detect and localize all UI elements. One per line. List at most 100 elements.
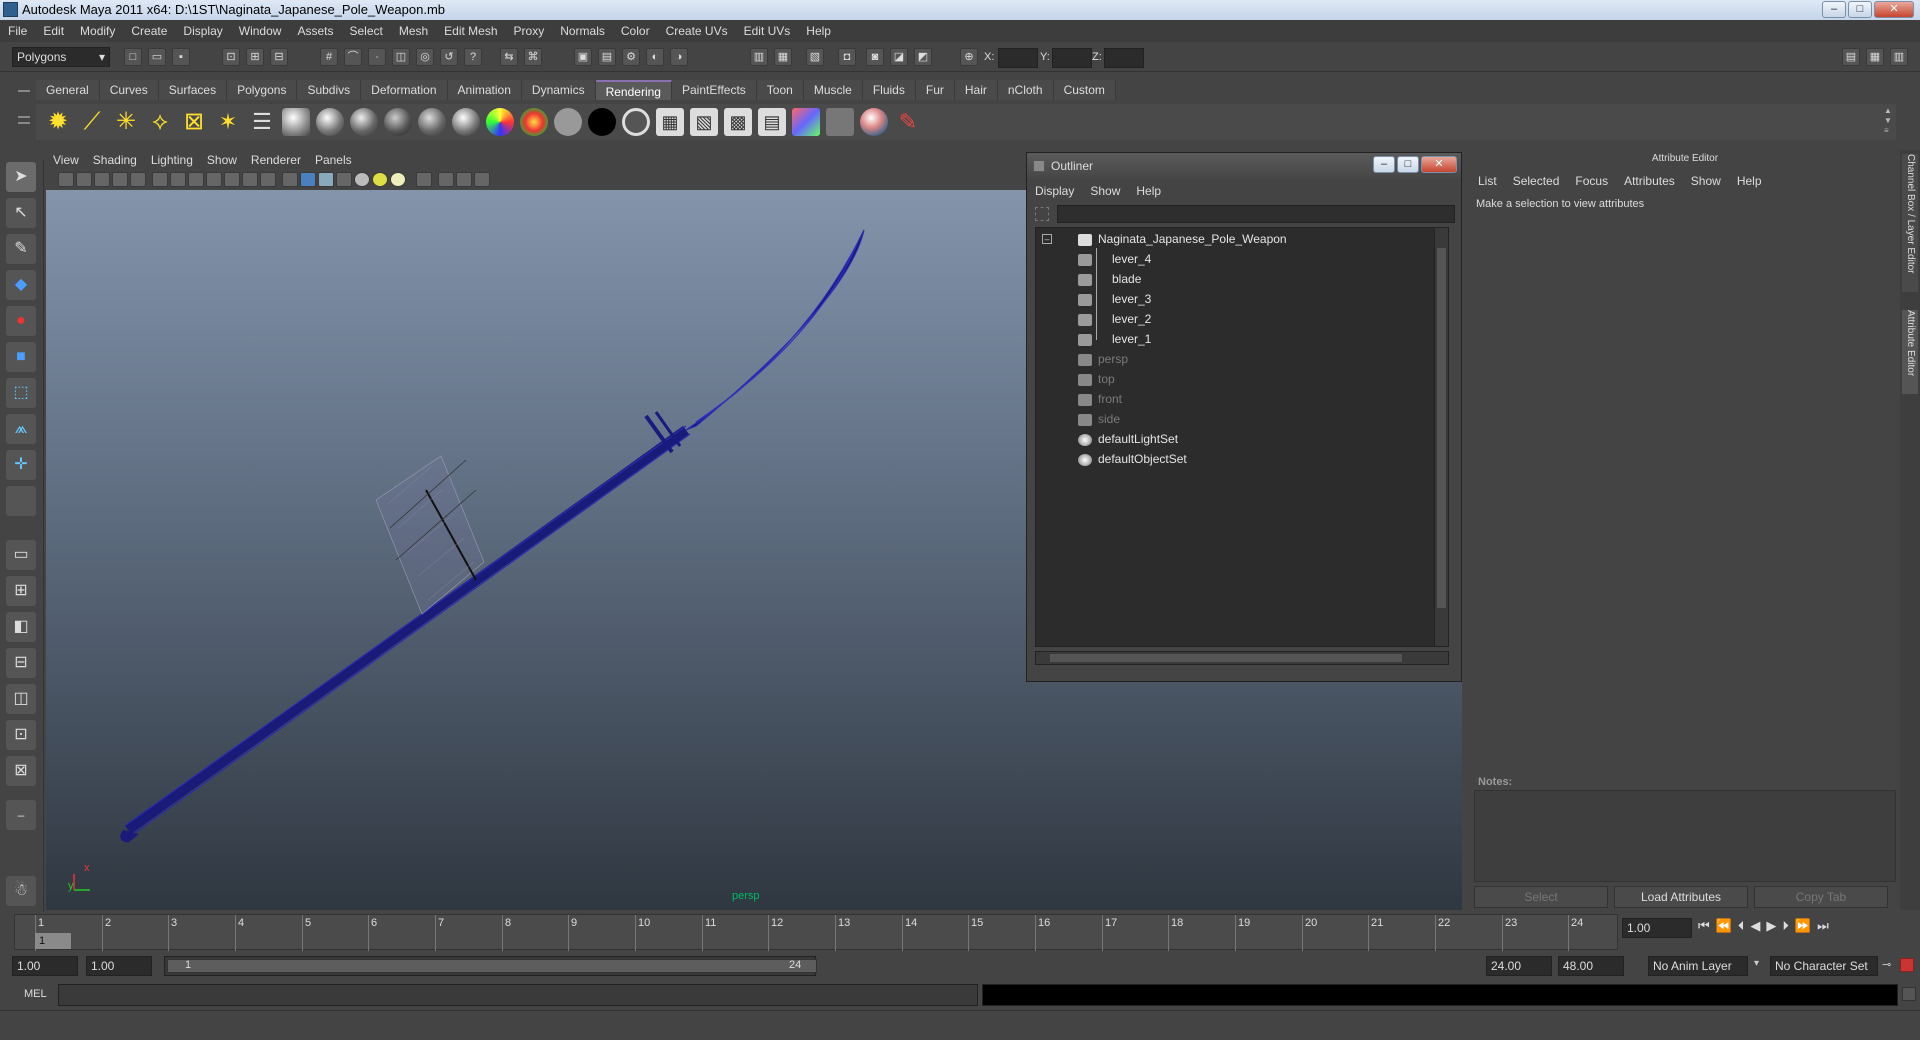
ipr-icon[interactable] xyxy=(826,108,854,136)
go-to-end-icon[interactable]: ⏭ xyxy=(1817,918,1829,940)
y-field[interactable] xyxy=(1052,48,1092,68)
filter-icon[interactable] xyxy=(1035,207,1049,221)
character-set-dropdown[interactable]: No Character Set xyxy=(1770,956,1878,976)
layout-more-icon[interactable]: – xyxy=(6,800,36,830)
load-attributes-button[interactable]: Load Attributes xyxy=(1614,886,1748,908)
new-scene-icon[interactable]: □ xyxy=(124,48,142,66)
ae-menu-list[interactable]: List xyxy=(1470,174,1505,188)
tab-fluids[interactable]: Fluids xyxy=(862,80,916,100)
snap-to-point-icon[interactable]: ∙ xyxy=(368,48,386,66)
snap-to-grid-icon[interactable]: # xyxy=(320,48,338,66)
menu-select[interactable]: Select xyxy=(341,20,390,42)
relative-transform-icon[interactable]: ⊕ xyxy=(960,48,978,66)
volume-light-icon[interactable]: ✶ xyxy=(214,108,242,136)
paint-brush-icon[interactable]: ✎ xyxy=(894,108,922,136)
select-by-component-icon[interactable]: ⊟ xyxy=(270,48,288,66)
tab-animation[interactable]: Animation xyxy=(447,80,522,100)
phong-material-icon[interactable] xyxy=(350,108,378,136)
help-icon[interactable]: ? xyxy=(464,48,482,66)
xray-icon[interactable] xyxy=(438,172,454,187)
outliner-item[interactable]: top xyxy=(1078,370,1115,388)
all-lights-icon[interactable] xyxy=(372,172,388,187)
safe-title-icon[interactable] xyxy=(260,172,276,187)
use-background-icon[interactable] xyxy=(554,108,582,136)
snap-to-curve-icon[interactable]: ⌒ xyxy=(344,48,362,66)
directional-light-icon[interactable]: ⟋ xyxy=(78,108,106,136)
shelf-scroll-arrows[interactable]: ▲ ▼ ≡ xyxy=(1884,106,1894,136)
tab-ncloth[interactable]: nCloth xyxy=(997,80,1054,100)
ae-menu-attributes[interactable]: Attributes xyxy=(1616,174,1683,188)
film-gate-icon[interactable] xyxy=(170,172,186,187)
ae-menu-show[interactable]: Show xyxy=(1683,174,1729,188)
outliner-title-bar[interactable]: Outliner – □ ✕ xyxy=(1027,153,1461,179)
menu-help[interactable]: Help xyxy=(798,20,839,42)
playback-end-field[interactable]: 24.00 xyxy=(1486,956,1552,976)
tab-muscle[interactable]: Muscle xyxy=(803,80,863,100)
menu-file[interactable]: File xyxy=(0,20,35,42)
script-editor-icon[interactable] xyxy=(1902,987,1916,1001)
outliner-item[interactable]: defaultObjectSet xyxy=(1078,450,1187,468)
viewport-menu-renderer[interactable]: Renderer xyxy=(244,153,308,167)
play-forward-icon[interactable]: ▶ xyxy=(1766,918,1776,940)
ambient-light-icon[interactable]: ✹ xyxy=(44,108,72,136)
end-time-field[interactable]: 48.00 xyxy=(1558,956,1624,976)
viewport-menu-shading[interactable]: Shading xyxy=(86,153,144,167)
phong-e-material-icon[interactable] xyxy=(384,108,412,136)
command-input[interactable] xyxy=(58,984,978,1006)
outliner-item[interactable]: persp xyxy=(1078,350,1128,368)
outliner-maximize-button[interactable]: □ xyxy=(1397,156,1419,173)
step-back-frame-icon[interactable]: ⏴ xyxy=(1738,918,1745,940)
viewport-menu-panels[interactable]: Panels xyxy=(308,153,359,167)
tab-hair[interactable]: Hair xyxy=(954,80,998,100)
step-back-key-icon[interactable]: ⏪ xyxy=(1716,918,1732,940)
outliner-vertical-scrollbar[interactable] xyxy=(1434,228,1448,646)
outliner-item[interactable]: lever_2 xyxy=(1078,310,1151,328)
ae-menu-focus[interactable]: Focus xyxy=(1567,174,1616,188)
render-view-icon[interactable] xyxy=(792,108,820,136)
ramp-shader-icon[interactable] xyxy=(486,108,514,136)
z-field[interactable] xyxy=(1104,48,1144,68)
construction-history-icon[interactable]: ⌘ xyxy=(524,48,542,66)
collapse-toggle-icon[interactable]: – xyxy=(1042,234,1052,244)
menu-window[interactable]: Window xyxy=(231,20,290,42)
outliner-minimize-button[interactable]: – xyxy=(1373,156,1395,173)
default-lighting-icon[interactable] xyxy=(354,172,370,187)
lambert-material-icon[interactable] xyxy=(282,108,310,136)
tab-dynamics[interactable]: Dynamics xyxy=(521,80,596,100)
outliner-item[interactable]: defaultLightSet xyxy=(1078,430,1178,448)
tab-curves[interactable]: Curves xyxy=(99,80,159,100)
outliner-item[interactable]: front xyxy=(1078,390,1122,408)
snapshot-icon[interactable]: ◪ xyxy=(890,48,908,66)
playback-start-field[interactable]: 1.00 xyxy=(86,956,152,976)
ipr-render-icon[interactable]: ▤ xyxy=(598,48,616,66)
current-frame-marker[interactable]: 1 xyxy=(35,933,71,949)
outliner-item[interactable]: lever_4 xyxy=(1078,250,1151,268)
wireframe-icon[interactable] xyxy=(282,172,298,187)
last-tool-icon[interactable] xyxy=(6,486,36,516)
notes-field[interactable] xyxy=(1474,790,1896,882)
wireframe-on-shaded-icon[interactable] xyxy=(318,172,334,187)
outliner-item[interactable]: blade xyxy=(1078,270,1141,288)
tab-general[interactable]: General xyxy=(36,80,100,100)
input-output-icon[interactable]: ⇆ xyxy=(500,48,518,66)
menu-mesh[interactable]: Mesh xyxy=(391,20,436,42)
menu-color[interactable]: Color xyxy=(613,20,658,42)
anisotropic-material-icon[interactable] xyxy=(418,108,446,136)
layout-single-icon[interactable]: ▭ xyxy=(6,540,36,570)
layout-custom-icon[interactable]: ⊠ xyxy=(6,756,36,786)
step-forward-key-icon[interactable]: ⏩ xyxy=(1795,918,1811,940)
layout-four-icon[interactable]: ⊞ xyxy=(6,576,36,606)
batch-render-icon[interactable]: ◩ xyxy=(914,48,932,66)
outliner-menu-help[interactable]: Help xyxy=(1128,184,1169,198)
close-button[interactable]: ✕ xyxy=(1874,1,1914,18)
gate-mask-icon[interactable] xyxy=(206,172,222,187)
menu-assets[interactable]: Assets xyxy=(289,20,341,42)
hud-icon[interactable] xyxy=(474,172,490,187)
spot-light-icon[interactable]: ⟡ xyxy=(146,108,174,136)
open-scene-icon[interactable]: ▭ xyxy=(148,48,166,66)
hypershade-icon[interactable] xyxy=(860,108,888,136)
menu-display[interactable]: Display xyxy=(175,20,230,42)
x-field[interactable] xyxy=(998,48,1038,68)
select-camera-icon[interactable] xyxy=(58,172,74,187)
time-slider[interactable]: 1 2 3 4 5 6 7 8 9 10 11 12 13 14 15 16 17 18 19 20 21 22 23 24 1 xyxy=(14,914,1618,951)
